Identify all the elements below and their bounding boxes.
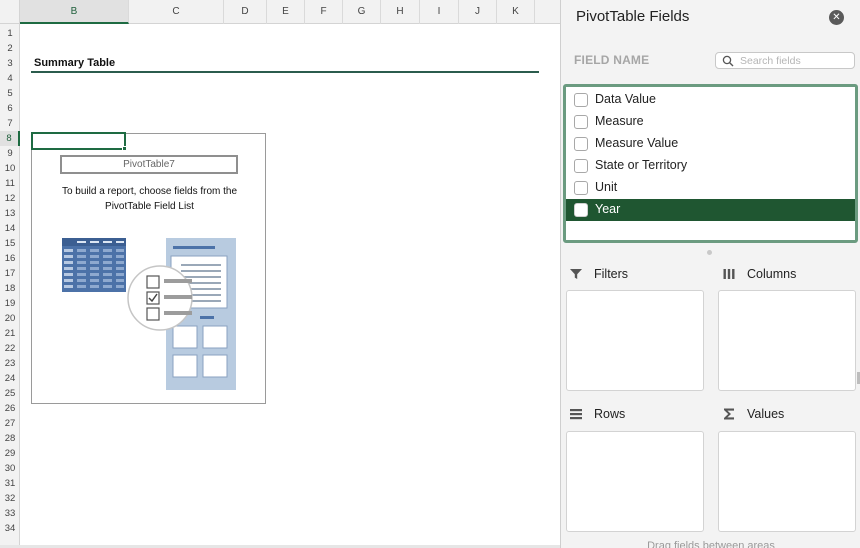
summary-table-title: Summary Table [34,57,116,69]
fill-handle[interactable] [122,146,127,151]
row-header-7[interactable]: 7 [0,116,20,131]
field-item-data-value[interactable]: Data Value [566,89,855,111]
row-header-2[interactable]: 2 [0,41,20,56]
sigma-icon [724,408,734,420]
row-header-34[interactable]: 34 [0,521,20,536]
row-header-3[interactable]: 3 [0,56,20,71]
row-header-33[interactable]: 33 [0,506,20,521]
row-header-12[interactable]: 12 [0,191,20,206]
column-header-e[interactable]: E [267,0,305,24]
active-cell-selection[interactable] [31,132,126,150]
rows-area-label: Rows [594,407,626,421]
close-icon[interactable]: ✕ [829,10,844,25]
row-header-17[interactable]: 17 [0,266,20,281]
columns-area-label: Columns [747,267,797,281]
spreadsheet-grid[interactable]: BCDEFGHIJK 1 2 3 4 5 6 7 8 9 10 11 12 13 14 15 16 17 18 19… [0,0,560,548]
row-header-16[interactable]: 16 [0,251,20,266]
pane-splitter-handle[interactable] [707,250,712,255]
search-box[interactable] [715,52,855,69]
field-label: Data Value [595,92,656,106]
field-name-header: FIELD NAME [574,53,650,67]
row-header-21[interactable]: 21 [0,326,20,341]
row-header-31[interactable]: 31 [0,476,20,491]
pivottable-illustration-icon [62,238,236,390]
pivottable-name: PivotTable7 [60,155,238,174]
field-label: Measure Value [595,136,679,150]
column-headers: BCDEFGHIJK [20,0,560,24]
column-header-h[interactable]: H [381,0,420,24]
columns-drop-zone[interactable] [718,290,856,391]
drag-fields-hint: Drag fields between areas [647,540,775,548]
filters-area-label: Filters [594,267,629,281]
column-header-c[interactable]: C [129,0,224,24]
row-header-28[interactable]: 28 [0,431,20,446]
field-item-measure[interactable]: Measure [566,111,855,133]
column-header-i[interactable]: I [420,0,459,24]
field-label: Year [595,202,621,216]
row-header-26[interactable]: 26 [0,401,20,416]
column-header-d[interactable]: D [224,0,267,24]
columns-icon [723,269,735,279]
pivottable-fields-pane: PivotTable Fields ✕ FIELD NAME Data Valu… [560,0,860,548]
row-header-11[interactable]: 11 [0,176,20,191]
row-header-32[interactable]: 32 [0,491,20,506]
search-icon [722,55,734,67]
rows-drop-zone[interactable] [566,431,704,532]
column-header-k[interactable]: K [497,0,535,24]
row-header-10[interactable]: 10 [0,161,20,176]
filters-drop-zone[interactable] [566,290,704,391]
field-checkbox[interactable] [574,93,588,107]
row-header-15[interactable]: 15 [0,236,20,251]
row-header-23[interactable]: 23 [0,356,20,371]
field-checkbox[interactable] [574,181,588,195]
row-header-30[interactable]: 30 [0,461,20,476]
row-header-19[interactable]: 19 [0,296,20,311]
column-header-f[interactable]: F [305,0,343,24]
values-drop-zone[interactable] [718,431,856,532]
field-label: Measure [595,114,644,128]
field-label: Unit [595,180,618,194]
pane-title: PivotTable Fields [576,8,690,25]
row-header-6[interactable]: 6 [0,101,20,116]
column-header-g[interactable]: G [343,0,381,24]
row-header-4[interactable]: 4 [0,71,20,86]
filter-icon [570,269,582,279]
row-header-24[interactable]: 24 [0,371,20,386]
field-checkbox[interactable] [574,137,588,151]
column-header-j[interactable]: J [459,0,497,24]
select-all-corner[interactable] [0,0,20,24]
row-header-14[interactable]: 14 [0,221,20,236]
field-label: State or Territory [595,158,688,172]
field-checkbox[interactable] [574,203,588,217]
field-checkbox[interactable] [574,115,588,129]
row-header-18[interactable]: 18 [0,281,20,296]
field-item-year[interactable]: Year [566,199,855,221]
row-header-29[interactable]: 29 [0,446,20,461]
field-item-unit[interactable]: Unit [566,177,855,199]
field-checkbox[interactable] [574,159,588,173]
search-input[interactable] [740,54,850,68]
row-header-20[interactable]: 20 [0,311,20,326]
row-header-1[interactable]: 1 [0,26,20,41]
values-area-label: Values [747,407,785,421]
pivottable-placeholder[interactable]: PivotTable7 To build a report, choose fi… [31,133,266,404]
row-header-5[interactable]: 5 [0,86,20,101]
field-item-measure-value[interactable]: Measure Value [566,133,855,155]
row-header-13[interactable]: 13 [0,206,20,221]
title-underline [31,71,539,73]
pivottable-instructions: To build a report, choose fields from th… [61,186,238,212]
row-headers: 1 2 3 4 5 6 7 8 9 10 11 12 13 14 15 16 17 18 19 20 21 22 23 24 2… [0,24,20,548]
rows-icon [570,409,582,420]
row-header-27[interactable]: 27 [0,416,20,431]
row-header-8[interactable]: 8 [0,131,20,146]
field-list: Data Value Measure Measure Value State o… [563,84,858,243]
row-header-9[interactable]: 9 [0,146,20,161]
column-header-b[interactable]: B [20,0,129,24]
row-header-22[interactable]: 22 [0,341,20,356]
row-header-25[interactable]: 25 [0,386,20,401]
field-item-state-or-territory[interactable]: State or Territory [566,155,855,177]
